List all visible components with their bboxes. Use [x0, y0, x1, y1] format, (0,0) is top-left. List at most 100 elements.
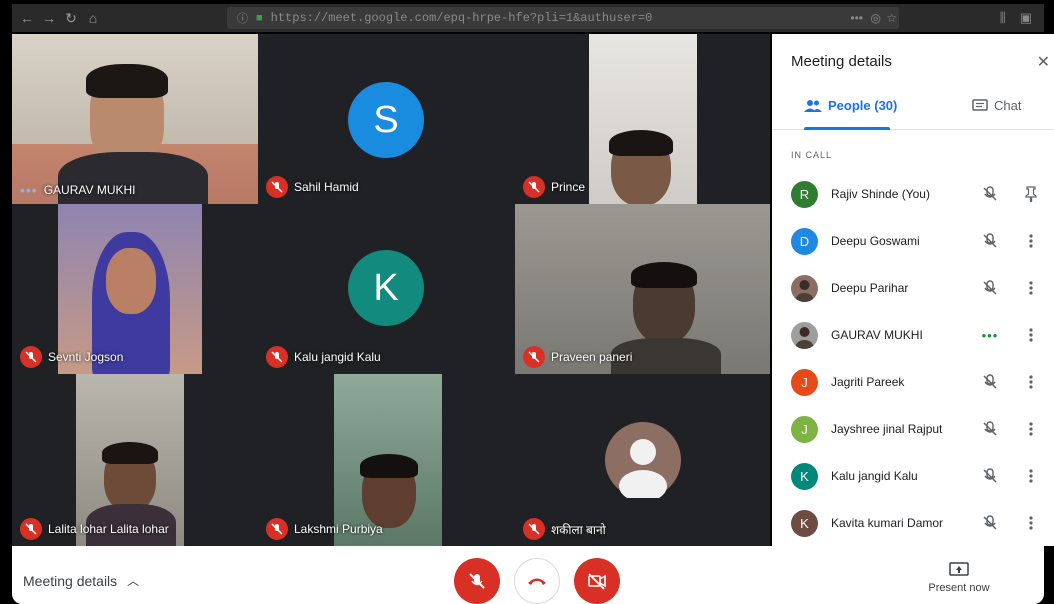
mic-off-icon: [980, 278, 1000, 298]
participant-row[interactable]: R Rajiv Shinde (You): [772, 171, 1054, 217]
avatar: [791, 274, 818, 302]
participant-name: शकीला बानो: [551, 522, 606, 537]
tab-people[interactable]: People (30): [804, 98, 897, 113]
forward-icon[interactable]: →: [38, 10, 60, 26]
more-options-icon[interactable]: [1024, 278, 1038, 298]
more-options-icon[interactable]: [1024, 466, 1038, 486]
participant-row[interactable]: K Kalu jangid Kalu: [772, 453, 1054, 499]
panel-tabs: People (30) Chat: [772, 92, 1054, 130]
more-options-icon[interactable]: [1024, 325, 1038, 345]
video-tile[interactable]: Sevnti Jogson: [12, 204, 258, 374]
tab-chat-label: Chat: [994, 98, 1022, 113]
mic-off-icon: [980, 466, 1000, 486]
participant-name: GAURAV MUKHI: [43, 183, 136, 197]
person-silhouette-icon: [605, 422, 681, 498]
participant-name: Sahil Hamid: [294, 180, 359, 194]
chevron-up-icon: ︿: [127, 574, 140, 588]
mic-off-icon: [523, 346, 545, 368]
call-controls-bar: Meeting details ︿ Present now: [12, 546, 1044, 604]
people-icon: [804, 99, 822, 112]
avatar: J: [791, 368, 818, 396]
present-screen-icon: [949, 562, 969, 576]
avatar: J: [791, 415, 818, 443]
mic-off-icon: [469, 573, 485, 589]
participant-row[interactable]: GAURAV MUKHI •••: [772, 312, 1054, 358]
active-tab-indicator: [804, 127, 890, 130]
speaking-indicator-icon: •••: [20, 182, 38, 198]
participant-name: Kavita kumari Damor: [831, 516, 944, 530]
video-grid: ••• GAURAV MUKHI S Sahil Hamid Prince Se…: [12, 34, 770, 546]
reload-icon[interactable]: ↻: [60, 10, 82, 27]
screen-frame: ← → ↻ ⌂ ⓘ ■ https://meet.google.com/epq-…: [0, 0, 1054, 604]
participant-video: [589, 34, 697, 204]
mic-off-icon: [266, 518, 288, 540]
video-tile[interactable]: शकीला बानो: [515, 374, 770, 546]
participant-row[interactable]: J Jayshree jinal Rajput: [772, 406, 1054, 452]
bookmark-star-icon[interactable]: ☆: [886, 11, 897, 25]
participant-name: Jayshree jinal Rajput: [831, 422, 943, 436]
video-tile[interactable]: Lakshmi Purbiya: [258, 374, 515, 546]
back-icon[interactable]: ←: [16, 10, 38, 26]
url-text[interactable]: https://meet.google.com/epq-hrpe-hfe?pli…: [271, 11, 653, 25]
avatar: K: [791, 462, 818, 490]
mic-off-icon: [266, 176, 288, 198]
participant-video: [12, 34, 258, 204]
participant-row[interactable]: J Jagriti Pareek: [772, 359, 1054, 405]
library-icon[interactable]: ⫼: [1000, 10, 1006, 26]
participant-name: Deepu Parihar: [831, 281, 909, 295]
browser-toolbar: ← → ↻ ⌂ ⓘ ■ https://meet.google.com/epq-…: [12, 4, 1044, 32]
tab-chat[interactable]: Chat: [972, 98, 1021, 113]
avatar: D: [791, 227, 818, 255]
avatar: [791, 321, 818, 349]
camera-toggle-button[interactable]: [574, 558, 620, 604]
mic-off-icon: [20, 518, 42, 540]
participant-row[interactable]: D Deepu Goswami: [772, 218, 1054, 264]
info-icon[interactable]: ⓘ: [237, 10, 248, 26]
video-tile[interactable]: ••• GAURAV MUKHI: [12, 34, 258, 204]
participant-name: Lalita lohar Lalita lohar: [48, 522, 169, 536]
participant-name: Kalu jangid Kalu: [294, 350, 381, 364]
video-tile[interactable]: Prince: [515, 34, 770, 204]
video-tile[interactable]: S Sahil Hamid: [258, 34, 515, 204]
mic-toggle-button[interactable]: [454, 558, 500, 604]
video-tile[interactable]: Praveen paneri: [515, 204, 770, 374]
panel-title: Meeting details: [791, 53, 892, 70]
pin-icon[interactable]: [1024, 184, 1038, 204]
participant-name: GAURAV MUKHI: [831, 328, 923, 342]
video-tile[interactable]: Lalita lohar Lalita lohar: [12, 374, 258, 546]
meeting-details-button[interactable]: Meeting details ︿: [23, 572, 139, 589]
present-now-button[interactable]: Present now: [924, 562, 994, 594]
leave-call-button[interactable]: [514, 558, 560, 604]
meeting-details-label: Meeting details: [23, 572, 118, 589]
tab-people-label: People (30): [828, 98, 898, 113]
participant-row[interactable]: Deepu Parihar: [772, 265, 1054, 311]
close-icon[interactable]: ✕: [1037, 52, 1050, 72]
participant-name: Prince: [551, 180, 586, 194]
lock-icon: ■: [256, 12, 263, 24]
mic-off-icon: [980, 184, 1000, 204]
avatar: R: [791, 180, 818, 208]
mic-off-icon: [980, 372, 1000, 392]
more-options-icon[interactable]: [1024, 231, 1038, 251]
participant-avatar: S: [348, 82, 424, 158]
address-bar[interactable]: ⓘ ■ https://meet.google.com/epq-hrpe-hfe…: [227, 7, 899, 29]
participant-name: Praveen paneri: [551, 350, 633, 364]
more-options-icon[interactable]: [1024, 513, 1038, 533]
page-actions-icon[interactable]: •••: [850, 11, 863, 25]
more-options-icon[interactable]: [1024, 419, 1038, 439]
mic-off-icon: [523, 518, 545, 540]
sidebar-icon[interactable]: ▣: [1020, 10, 1032, 26]
avatar: K: [791, 509, 818, 537]
mic-off-icon: [980, 513, 1000, 533]
meeting-details-panel: Meeting details ✕ People (30) Chat IN CA…: [772, 34, 1054, 546]
participant-name: Sevnti Jogson: [48, 350, 124, 364]
more-options-icon[interactable]: [1024, 372, 1038, 392]
mic-off-icon: [980, 419, 1000, 439]
participant-name: Lakshmi Purbiya: [294, 522, 383, 536]
video-tile[interactable]: K Kalu jangid Kalu: [258, 204, 515, 374]
speaking-indicator-icon: •••: [981, 327, 999, 343]
mic-off-icon: [266, 346, 288, 368]
participant-row[interactable]: K Kavita kumari Damor: [772, 500, 1054, 546]
home-icon[interactable]: ⌂: [82, 10, 104, 26]
pocket-icon[interactable]: ◎: [871, 11, 881, 25]
